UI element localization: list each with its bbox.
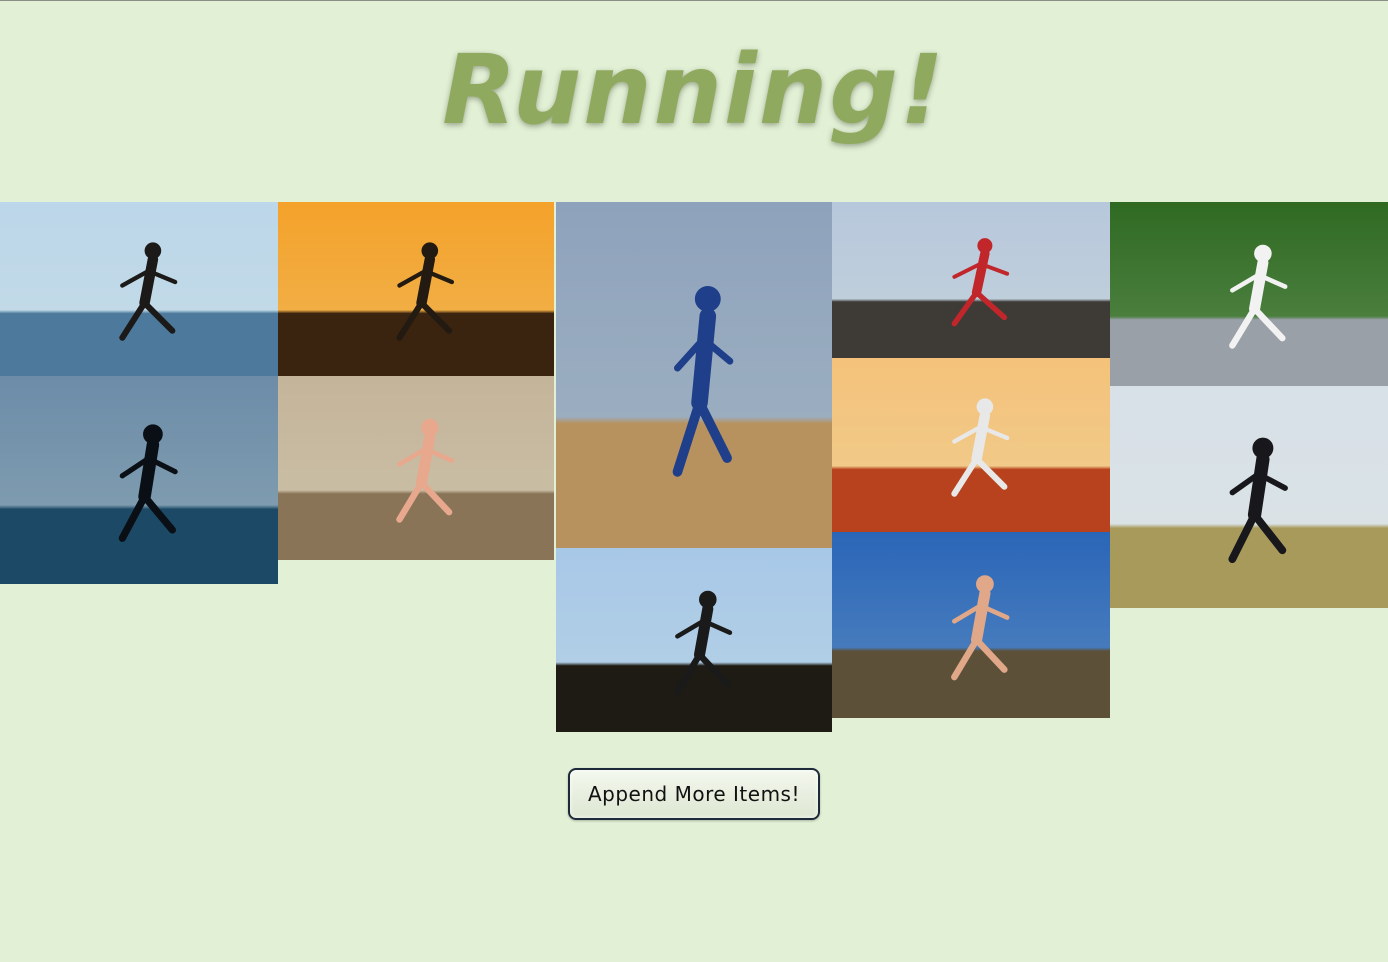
running-photo — [1110, 386, 1388, 608]
running-photo — [556, 202, 832, 548]
gallery-item[interactable] — [1110, 202, 1388, 386]
gallery-item[interactable] — [832, 358, 1110, 532]
running-photo — [832, 532, 1110, 718]
running-photo — [832, 358, 1110, 532]
running-photo — [1110, 202, 1388, 386]
page-title: Running! — [442, 34, 946, 146]
running-photo — [278, 202, 554, 376]
gallery-item[interactable] — [832, 532, 1110, 718]
gallery-item[interactable] — [0, 376, 278, 584]
append-more-items-button[interactable]: Append More Items! — [568, 768, 820, 820]
gallery-item[interactable] — [556, 202, 832, 548]
running-photo — [0, 202, 278, 376]
gallery-item[interactable] — [1110, 386, 1388, 608]
top-border — [0, 0, 1388, 1]
gallery-item[interactable] — [278, 202, 554, 376]
running-photo — [278, 376, 554, 560]
gallery-item[interactable] — [556, 548, 832, 732]
gallery-item[interactable] — [0, 202, 278, 376]
running-photo — [556, 548, 832, 732]
gallery-item[interactable] — [832, 202, 1110, 358]
running-photo — [0, 376, 278, 584]
gallery-item[interactable] — [278, 376, 554, 560]
running-photo — [832, 202, 1110, 358]
